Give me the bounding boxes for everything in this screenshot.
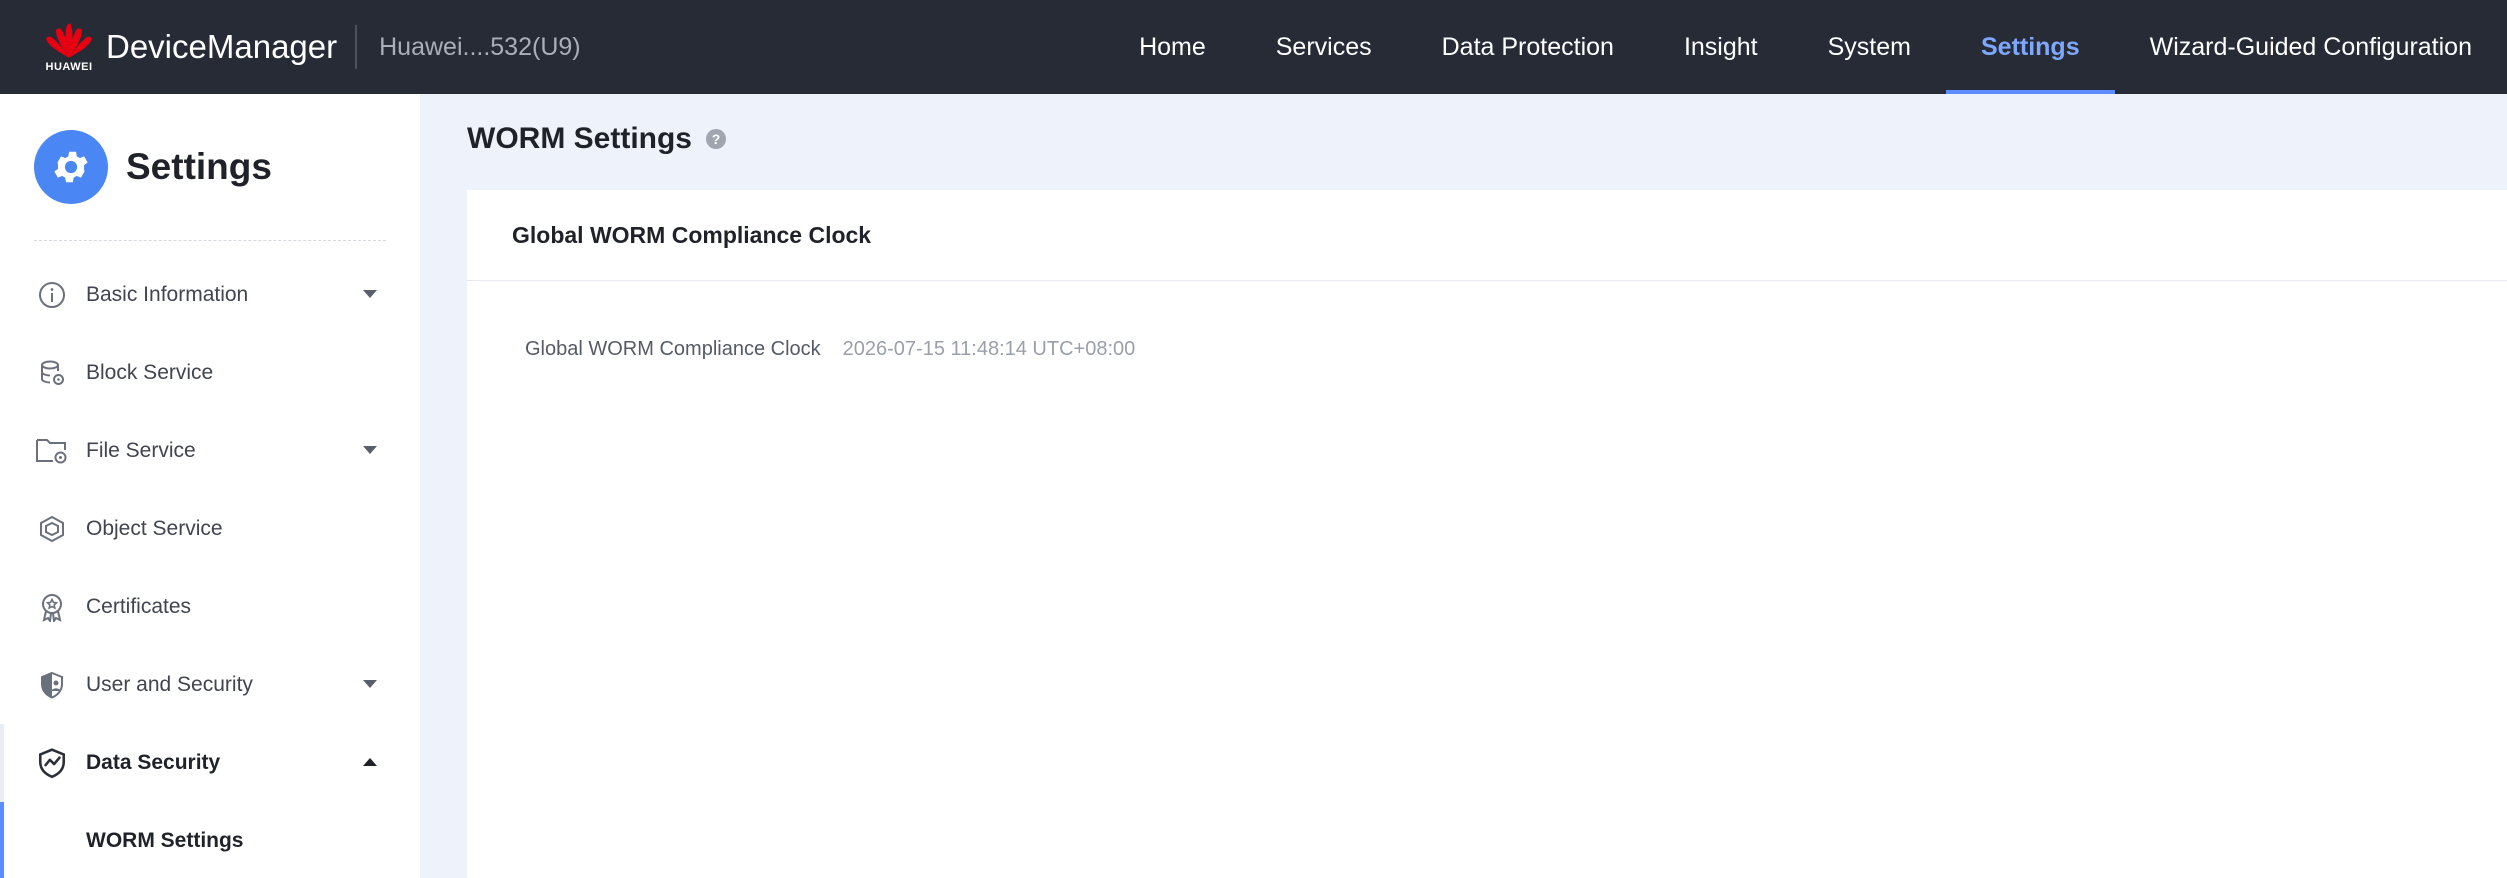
top-bar: HUAWEI DeviceManager Huawei....532(U9) H… xyxy=(0,0,2507,94)
sidebar-menu: Basic Information Block Service File Ser… xyxy=(0,256,420,878)
card-title: Global WORM Compliance Clock xyxy=(512,221,872,248)
chevron-down-icon[interactable] xyxy=(362,286,378,304)
nav-insight[interactable]: Insight xyxy=(1649,0,1793,94)
sidebar-item-label: Block Service xyxy=(86,361,214,384)
sidebar-item-file-service[interactable]: File Service xyxy=(0,412,420,490)
sidebar-item-certificates[interactable]: Certificates xyxy=(0,568,420,646)
shield-check-icon xyxy=(34,745,70,781)
nav-services[interactable]: Services xyxy=(1241,0,1407,94)
worm-clock-card: Global WORM Compliance Clock Global WORM… xyxy=(467,190,2507,878)
brand-divider xyxy=(355,25,358,69)
nav-settings[interactable]: Settings xyxy=(1945,0,2115,94)
sidebar-item-block-service[interactable]: Block Service xyxy=(0,334,420,412)
sidebar-item-label: Object Service xyxy=(86,517,223,540)
folder-gear-icon xyxy=(34,433,70,469)
nav-wizard-guided-configuration[interactable]: Wizard-Guided Configuration xyxy=(2115,0,2507,94)
card-header: Global WORM Compliance Clock xyxy=(467,190,2507,281)
nav-data-protection[interactable]: Data Protection xyxy=(1407,0,1649,94)
sidebar-item-label: User and Security xyxy=(86,673,253,696)
device-name[interactable]: Huawei....532(U9) xyxy=(379,33,580,62)
brand: HUAWEI DeviceManager Huawei....532(U9) xyxy=(0,0,581,94)
huawei-petal-icon xyxy=(46,23,92,58)
sidebar-item-label: Basic Information xyxy=(86,283,249,306)
sidebar-subitem-worm-settings[interactable]: WORM Settings xyxy=(0,802,420,878)
sidebar-header: Settings xyxy=(0,94,420,240)
cube-icon xyxy=(34,511,70,547)
sidebar: Settings Basic Information Block Service… xyxy=(0,94,420,878)
nav-home[interactable]: Home xyxy=(1104,0,1241,94)
compliance-clock-row: Global WORM Compliance Clock 2026-07-15 … xyxy=(525,338,1135,361)
sidebar-item-label: Data Security xyxy=(86,751,221,774)
help-icon[interactable]: ? xyxy=(706,129,726,149)
huawei-logo[interactable]: HUAWEI xyxy=(42,15,96,79)
sidebar-item-label: Certificates xyxy=(86,595,192,618)
sidebar-subitem-label: WORM Settings xyxy=(86,829,244,852)
database-gear-icon xyxy=(34,355,70,391)
sidebar-item-data-security[interactable]: Data Security xyxy=(0,724,420,802)
sidebar-title: Settings xyxy=(126,146,272,187)
chevron-up-icon[interactable] xyxy=(362,754,378,772)
compliance-clock-label: Global WORM Compliance Clock xyxy=(525,338,821,360)
shield-user-icon xyxy=(34,667,70,703)
page-title: WORM Settings xyxy=(467,122,692,155)
info-icon xyxy=(34,277,70,313)
sidebar-item-user-and-security[interactable]: User and Security xyxy=(0,646,420,724)
app-name: DeviceManager xyxy=(106,28,338,65)
compliance-clock-value: 2026-07-15 11:48:14 UTC+08:00 xyxy=(842,338,1136,360)
sidebar-item-object-service[interactable]: Object Service xyxy=(0,490,420,568)
logo-text: HUAWEI xyxy=(45,60,93,73)
chevron-down-icon[interactable] xyxy=(362,442,378,460)
main-content: WORM Settings ? Global WORM Compliance C… xyxy=(420,94,2507,878)
sidebar-divider xyxy=(34,240,386,241)
main-nav: Home Services Data Protection Insight Sy… xyxy=(1104,0,2507,94)
page-title-row: WORM Settings ? xyxy=(467,122,726,156)
settings-gear-icon xyxy=(34,130,108,204)
sidebar-item-basic-information[interactable]: Basic Information xyxy=(0,256,420,334)
certificate-icon xyxy=(34,589,70,625)
sidebar-item-label: File Service xyxy=(86,439,196,462)
nav-system[interactable]: System xyxy=(1793,0,1946,94)
chevron-down-icon[interactable] xyxy=(362,676,378,694)
